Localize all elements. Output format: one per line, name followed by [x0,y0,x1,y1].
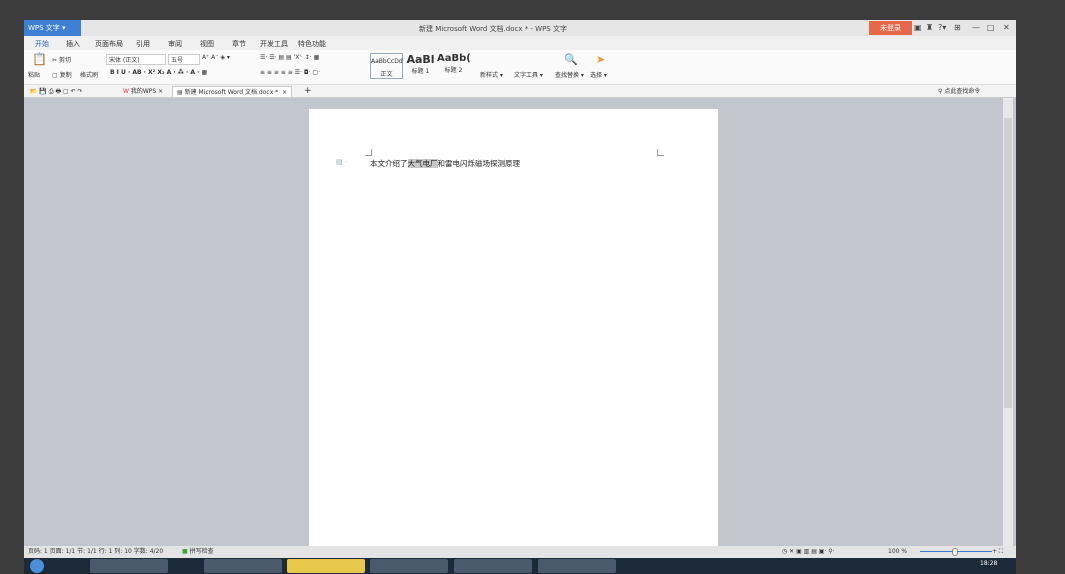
tab-insert[interactable]: 插入 [66,39,80,49]
style-label: 正文 [380,71,393,78]
taskbar: 18:28 [24,558,1016,574]
login-button[interactable]: 未登录 [869,21,912,35]
text-tools-button[interactable]: 文字工具 ▾ [514,70,543,79]
find-icon: 🔍 [564,53,578,66]
title-bar: WPS 文字 ▾ 新建 Microsoft Word 文档.docx * - W… [24,20,1016,36]
find-replace-label: 查找替换 [555,72,580,79]
tab-label: 新建 Microsoft Word 文档.docx * [184,89,279,96]
window-title: 新建 Microsoft Word 文档.docx * - WPS 文字 [419,25,567,33]
font-grow-buttons[interactable]: A⁺ A⁻ ◈ ▾ [202,54,230,61]
status-text: 页码: 1 页面: 1/1 节: 1/1 行: 1 列: 10 字数: 4/20 [28,548,164,555]
format-painter-button[interactable]: 格式刷 [80,70,98,79]
zoom-level[interactable]: 100 % [888,546,907,558]
paste-button[interactable]: 粘贴 [28,70,40,79]
style-heading1[interactable]: AaBl 标题 1 [404,53,437,79]
clock: 18:28 [980,560,998,567]
vertical-scrollbar[interactable] [1003,98,1013,546]
style-preview: AaBbCcDd [371,58,403,65]
tab-home[interactable]: 开始 [35,39,49,49]
cut-label: 剪切 [58,57,71,64]
ribbon: 📋 粘贴 ✂ 剪切 ▢ 复制 格式刷 宋体 (正文) 五号 B I U · AB… [24,50,1016,85]
format-buttons[interactable]: B I U · AB · X² X₂ A · ⁂ · A · ▦ [110,69,207,76]
wps-logo-icon: W [123,88,129,95]
taskbar-item[interactable] [538,559,616,573]
select-label: 选择 [590,72,603,79]
taskbar-item[interactable] [454,559,532,573]
spell-label: 拼写检查 [189,548,214,555]
copy-button[interactable]: ▢ 复制 [52,70,72,79]
text-run: 和雷电闪烁磁场探测原理 [437,159,521,168]
quick-access-toolbar[interactable]: 📂 💾 ⎙ 🖶 ▢ ↶ ↷ [26,86,87,97]
tab-layout[interactable]: 页面布局 [95,39,123,49]
document-tabs: 📂 💾 ⎙ 🖶 ▢ ↶ ↷ W 我的WPS × ▤ 新建 Microsoft W… [24,85,1016,98]
view-buttons[interactable]: ◷ ✕ ▣ ▥ ▤ ▣· ⚲· [782,546,835,558]
font-size-select[interactable]: 五号 [168,54,200,65]
find-replace-button[interactable]: 查找替换 ▾ [555,70,584,79]
copy-label: 复制 [59,72,72,79]
tab-review[interactable]: 审阅 [168,39,182,49]
taskbar-item[interactable] [90,559,168,573]
new-style-button[interactable]: 新样式 ▾ [480,70,503,79]
scrollbar-thumb[interactable] [1004,118,1012,408]
minimize-button[interactable]: — [972,23,980,32]
select-button[interactable]: 选择 ▾ [590,70,607,79]
font-select[interactable]: 宋体 (正文) [106,54,166,65]
tab-label: 我的WPS [130,88,157,95]
tab-my-wps[interactable]: W 我的WPS × [119,86,167,97]
text-run: 本文介绍了 [370,159,408,168]
style-normal[interactable]: AaBbCcDd 正文 [370,53,403,79]
close-button[interactable]: ✕ [1003,23,1010,32]
new-tab-button[interactable]: + [300,86,316,97]
list-buttons[interactable]: ☰· ☰· ▤ ▤ 'X'· ↕· ▦ [260,54,319,61]
search-command[interactable]: ⚲ 点此查找命令 [934,86,984,97]
selected-text: 大气电厂 [407,159,438,168]
margin-mark [657,149,664,156]
shirt-icon[interactable]: ♜ [926,23,933,32]
document-page[interactable]: ▤ · 本文介绍了大气电厂和雷电闪烁磁场探测原理 [309,109,718,558]
zoom-slider-handle[interactable] [952,548,958,556]
tab-section[interactable]: 章节 [232,39,246,49]
app-menu-button[interactable]: WPS 文字 ▾ [24,20,81,36]
search-command-label: 点此查找命令 [944,88,981,95]
style-preview: AaBl [406,53,435,66]
cursor-icon: ➤ [596,53,606,66]
document-text[interactable]: 本文介绍了大气电厂和雷电闪烁磁场探测原理 [370,158,520,169]
start-button[interactable] [30,559,44,573]
new-style-label: 新样式 [480,72,499,79]
align-buttons[interactable]: ≡ ≡ ≡ ≡ ≡ ☰· ◘· ▢· [260,69,320,76]
status-bar: 页码: 1 页面: 1/1 节: 1/1 行: 1 列: 10 字数: 4/20… [24,546,1016,558]
maximize-button[interactable]: □ [987,23,995,32]
style-label: 标题 1 [411,68,430,75]
style-preview: AaBb( [437,53,471,64]
tab-references[interactable]: 引用 [136,39,150,49]
cut-button[interactable]: ✂ 剪切 [52,55,71,64]
menu-tabs: 开始 插入 页面布局 引用 审阅 视图 章节 开发工具 特色功能 [24,36,1016,50]
style-heading2[interactable]: AaBb( 标题 2 [437,53,471,79]
style-label: 标题 2 [444,67,463,74]
skin-icon[interactable]: ▣ [914,23,922,32]
taskbar-item[interactable] [204,559,282,573]
check-icon: ■ [182,548,188,555]
tab-features[interactable]: 特色功能 [298,39,326,49]
spell-check[interactable]: ■ 拼写检查 [182,546,214,558]
restore-ribbon-icon[interactable]: ⊞ [954,23,961,32]
text-tools-label: 文字工具 [514,72,539,79]
tab-developer[interactable]: 开发工具 [260,39,288,49]
tab-document[interactable]: ▤ 新建 Microsoft Word 文档.docx * × [172,86,293,97]
help-icon[interactable]: ?▾ [938,23,946,32]
paragraph-icon[interactable]: ▤ · [336,158,347,166]
taskbar-item[interactable] [370,559,448,573]
paste-icon[interactable]: 📋 [32,52,47,66]
wps-window: WPS 文字 ▾ 新建 Microsoft Word 文档.docx * - W… [24,20,1016,558]
margin-mark [365,149,372,156]
taskbar-item-active[interactable] [287,559,365,573]
app-name: WPS 文字 [28,24,60,32]
tab-view[interactable]: 视图 [200,39,214,49]
zoom-in-button[interactable]: + ⛶ [992,546,1003,558]
